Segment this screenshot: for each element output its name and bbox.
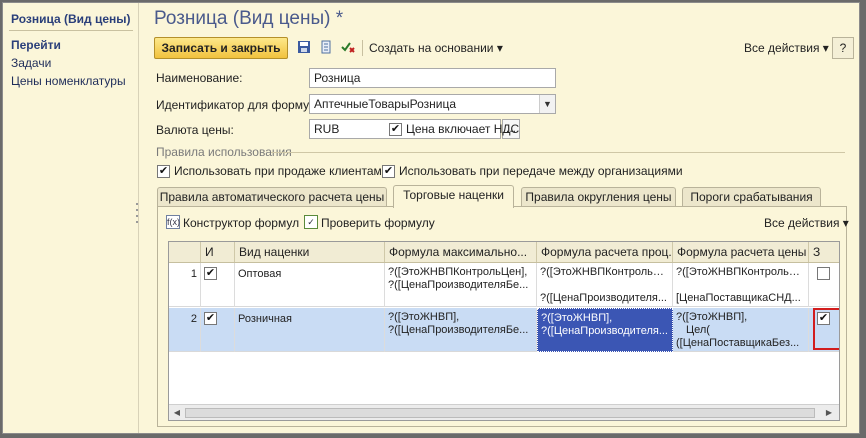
use-sale-checkbox[interactable]: ✔ bbox=[157, 165, 170, 179]
percent-formula-line: ?([ЭтоЖНВП], bbox=[541, 312, 613, 324]
price-formula-line: ([ЦенаПоставщикаБез... bbox=[676, 337, 800, 349]
help-button[interactable]: ? bbox=[832, 37, 854, 59]
row-number: 1 bbox=[169, 263, 201, 307]
unpost-icon[interactable] bbox=[340, 40, 356, 56]
check-formula-icon[interactable]: ✓ bbox=[304, 215, 318, 229]
row-number: 2 bbox=[169, 308, 201, 352]
markup-kind-cell[interactable]: Розничная bbox=[235, 308, 385, 352]
vat-included-checkbox-row[interactable]: ✔ Цена включает НДС bbox=[389, 122, 520, 137]
tab-rounding-rules[interactable]: Правила округления цены bbox=[521, 187, 676, 207]
formula-id-field[interactable]: АптечныеТоварыРозница ▼ bbox=[309, 94, 556, 114]
tab-auto-calc-rules[interactable]: Правила автоматического расчета цены bbox=[157, 187, 387, 207]
max-formula-line: ?([ЦенаПроизводителяБе... bbox=[388, 279, 529, 291]
tab-strip: Правила автоматического расчета цены Тор… bbox=[157, 185, 847, 208]
nav-link-item-prices[interactable]: Цены номенклатуры bbox=[11, 74, 126, 88]
percent-formula-line bbox=[540, 279, 669, 292]
markups-table: И Вид наценки Формула максимально... Фор… bbox=[168, 241, 840, 421]
price-formula-cell[interactable]: ?([ЭтоЖНВПКонтрольЦ... [ЦенаПоставщикаСН… bbox=[673, 263, 809, 307]
formula-id-value: АптечныеТоварыРозница bbox=[314, 97, 456, 111]
use-transfer-checkbox[interactable]: ✔ bbox=[382, 165, 395, 179]
use-sale-checkbox-row[interactable]: ✔ Использовать при продаже клиентам bbox=[157, 164, 382, 179]
main-form: Розница (Вид цены) * Записать и закрыть … bbox=[141, 3, 859, 433]
currency-label: Валюта цены: bbox=[156, 123, 234, 137]
all-actions-menu[interactable]: Все действия ▾ bbox=[744, 41, 829, 55]
use-sale-label: Использовать при продаже клиентам bbox=[174, 164, 382, 178]
save-and-close-button[interactable]: Записать и закрыть bbox=[154, 37, 288, 59]
scrollbar-thumb[interactable] bbox=[185, 408, 815, 418]
scroll-right-arrow-icon[interactable]: ▶ bbox=[823, 407, 835, 419]
scroll-left-arrow-icon[interactable]: ◀ bbox=[171, 407, 183, 419]
markups-toolbar: f(x) Конструктор формул ✓ Проверить форм… bbox=[166, 213, 849, 233]
save-icon[interactable] bbox=[296, 40, 312, 56]
percent-formula-cell-focused[interactable]: ?([ЭтоЖНВП], ?([ЦенаПроизводителя... bbox=[537, 308, 673, 352]
panel-splitter-handle[interactable] bbox=[135, 203, 139, 233]
nav-link-tasks[interactable]: Задачи bbox=[11, 56, 51, 70]
percent-formula-cell[interactable]: ?([ЭтоЖНВПКонтрольЦ... ?([ЦенаПроизводит… bbox=[537, 263, 673, 307]
max-formula-line: ?([ЭтоЖНВПКонтрольЦен], bbox=[388, 266, 528, 278]
use-transfer-label: Использовать при передаче между организа… bbox=[399, 164, 683, 178]
table-header: И Вид наценки Формула максимально... Фор… bbox=[169, 242, 839, 263]
col-header-percent-formula[interactable]: Формула расчета проц... bbox=[537, 242, 673, 262]
table-all-actions-menu[interactable]: Все действия ▾ bbox=[764, 216, 849, 230]
check-formula-button[interactable]: Проверить формулу bbox=[321, 216, 435, 230]
nav-title: Розница (Вид цены) bbox=[11, 12, 131, 26]
row-used-checkbox[interactable]: ✔ bbox=[204, 312, 217, 325]
formula-constructor-icon[interactable]: f(x) bbox=[166, 215, 180, 229]
col-header-number bbox=[169, 242, 201, 262]
horizontal-scrollbar[interactable]: ◀ ▶ bbox=[169, 404, 839, 420]
tab-thresholds[interactable]: Пороги срабатывания bbox=[682, 187, 821, 207]
highlight-box bbox=[813, 308, 839, 350]
col-header-z[interactable]: З bbox=[809, 242, 839, 262]
z-cell[interactable] bbox=[809, 263, 839, 307]
row-used-cell[interactable]: ✔ bbox=[201, 263, 235, 307]
percent-formula-line: ?([ЦенаПроизводителя... bbox=[541, 325, 668, 337]
table-row[interactable]: 1 ✔ Оптовая ?([ЭтоЖНВПКонтрольЦен], ?([Ц… bbox=[169, 263, 839, 307]
name-field[interactable]: Розница bbox=[309, 68, 556, 88]
form-toolbar: Записать и закрыть Создать на основании … bbox=[154, 37, 854, 61]
table-row-selected[interactable]: 2 ✔ Розничная ?([ЭтоЖНВП], ?([ЦенаПроизв… bbox=[169, 308, 839, 352]
col-header-used[interactable]: И bbox=[201, 242, 235, 262]
price-formula-line: Цел( bbox=[686, 324, 710, 336]
percent-formula-line: ?([ЭтоЖНВПКонтрольЦ... bbox=[540, 266, 669, 278]
price-formula-line: ?([ЭтоЖНВПКонтрольЦ... bbox=[676, 266, 805, 278]
row-used-checkbox[interactable]: ✔ bbox=[204, 267, 217, 280]
vat-included-checkbox[interactable]: ✔ bbox=[389, 123, 402, 137]
z-checkbox[interactable] bbox=[817, 267, 830, 280]
nav-divider bbox=[9, 30, 133, 31]
navigation-panel: Розница (Вид цены) Перейти Задачи Цены н… bbox=[3, 3, 139, 433]
nav-section-go: Перейти bbox=[11, 38, 61, 52]
col-header-price-formula[interactable]: Формула расчета цены bbox=[673, 242, 809, 262]
max-formula-cell[interactable]: ?([ЭтоЖНВПКонтрольЦен], ?([ЦенаПроизводи… bbox=[385, 263, 537, 307]
use-transfer-checkbox-row[interactable]: ✔ Использовать при передаче между организ… bbox=[382, 164, 683, 179]
toolbar-divider bbox=[362, 40, 363, 56]
col-header-max-formula[interactable]: Формула максимально... bbox=[385, 242, 537, 262]
price-formula-line bbox=[676, 279, 805, 292]
price-formula-cell[interactable]: ?([ЭтоЖНВП], Цел( ([ЦенаПоставщикаБез... bbox=[673, 308, 809, 352]
formula-constructor-button[interactable]: Конструктор формул bbox=[183, 216, 299, 230]
row-used-cell[interactable]: ✔ bbox=[201, 308, 235, 352]
name-label: Наименование: bbox=[156, 71, 243, 85]
usage-group-line bbox=[271, 152, 845, 153]
formula-id-label: Идентификатор для формул: bbox=[156, 98, 320, 112]
page-title: Розница (Вид цены) * bbox=[154, 8, 344, 29]
tab-trade-markups[interactable]: Торговые наценки bbox=[393, 185, 514, 208]
max-formula-line: ?([ЭтоЖНВП], bbox=[388, 311, 460, 323]
create-based-on-menu[interactable]: Создать на основании ▾ bbox=[369, 41, 503, 55]
trade-markups-panel: f(x) Конструктор формул ✓ Проверить форм… bbox=[157, 206, 849, 427]
document-list-icon[interactable] bbox=[318, 40, 334, 56]
chevron-down-icon[interactable]: ▼ bbox=[539, 95, 555, 113]
percent-formula-line: ?([ЦенаПроизводителя... bbox=[540, 292, 667, 304]
max-formula-cell[interactable]: ?([ЭтоЖНВП], ?([ЦенаПроизводителяБе... bbox=[385, 308, 537, 352]
window-frame: Розница (Вид цены) Перейти Задачи Цены н… bbox=[2, 2, 860, 434]
price-formula-line: [ЦенаПоставщикаСНД... bbox=[676, 292, 801, 304]
price-formula-line: ?([ЭтоЖНВП], bbox=[676, 311, 748, 323]
markup-kind-cell[interactable]: Оптовая bbox=[235, 263, 385, 307]
max-formula-line: ?([ЦенаПроизводителяБе... bbox=[388, 324, 529, 336]
vat-included-label: Цена включает НДС bbox=[406, 122, 520, 136]
col-header-markup-kind[interactable]: Вид наценки bbox=[235, 242, 385, 262]
